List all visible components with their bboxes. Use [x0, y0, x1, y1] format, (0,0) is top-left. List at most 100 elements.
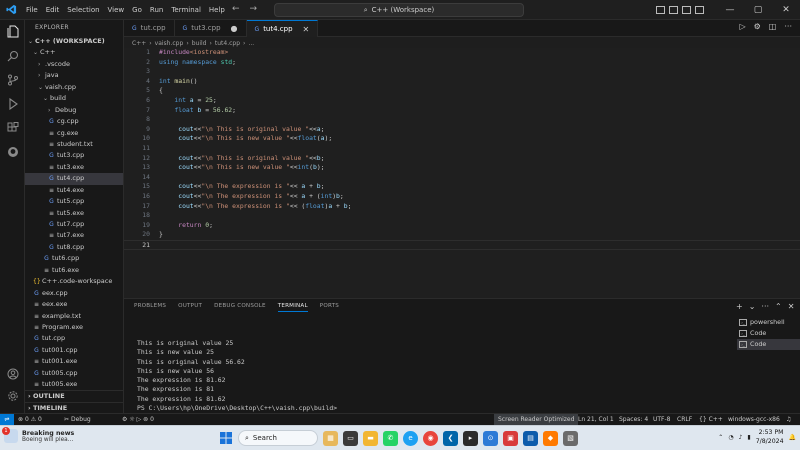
bug-icon[interactable]: ☼ [129, 416, 134, 423]
tree-file[interactable]: ≡ Program.exe [25, 322, 123, 333]
cursor-position[interactable]: Ln 21, Col 1 [578, 414, 614, 425]
tree-file[interactable]: Gtut4.cpp [25, 173, 123, 185]
code-line[interactable]: 15 cout<<"\n The expression is "<< a + b… [124, 182, 800, 192]
chrome-icon[interactable]: ◉ [423, 430, 438, 446]
breadcrumb-item[interactable]: vaish.cpp [155, 40, 184, 47]
encoding[interactable]: UTF-8 [653, 414, 671, 425]
code-line[interactable]: 4 int main() [124, 77, 800, 87]
extensions-icon[interactable] [5, 120, 20, 135]
menu-item-edit[interactable]: Edit [42, 0, 64, 20]
ports-icon[interactable]: ⊚ [143, 416, 148, 423]
code-line[interactable]: 14 [124, 173, 800, 183]
notifications-bell-icon[interactable]: ♫ [786, 414, 791, 425]
close-window-icon[interactable]: ✕ [772, 5, 800, 15]
app-taskbar-icon-4[interactable]: ◆ [543, 430, 558, 446]
chevron-down-icon[interactable]: ⌄ [749, 302, 756, 311]
tree-file[interactable]: Gtut005.cpp [25, 368, 123, 379]
toggle-sidebar-icon[interactable] [656, 6, 665, 14]
code-line[interactable]: 16 cout<<"\n The expression is "<< a + (… [124, 192, 800, 202]
tree-file[interactable]: Gtut7.cpp [25, 219, 123, 230]
menu-item-selection[interactable]: Selection [63, 0, 103, 20]
tree-file[interactable]: ≡ tut4.exe [25, 185, 123, 196]
tree-file[interactable]: ≡ tut6.exe [25, 265, 123, 276]
more-actions-icon[interactable]: ··· [784, 22, 792, 31]
panel-tab-output[interactable]: OUTPUT [178, 303, 202, 312]
taskbar-search[interactable]: ⌕ Search [238, 430, 318, 446]
breadcrumb-item[interactable]: ... [248, 40, 254, 47]
toggle-secondary-sidebar-icon[interactable] [682, 6, 691, 14]
tree-folder[interactable]: ⌄ vaish.cpp [25, 82, 123, 93]
panel-tab-problems[interactable]: PROBLEMS [134, 303, 166, 312]
file-explorer-icon[interactable]: ▬ [363, 430, 378, 446]
github-icon[interactable] [5, 144, 20, 159]
tree-file[interactable]: Gcg.cpp [25, 116, 123, 127]
language-mode[interactable]: {} C++ [699, 414, 723, 425]
command-center[interactable]: ⌕ C++ (Workspace) [274, 3, 524, 17]
code-line[interactable]: 21 [124, 240, 800, 250]
tree-file[interactable]: ≡ tut001.exe [25, 356, 123, 367]
tree-file[interactable]: {}C++.code-workspace [25, 276, 123, 287]
tree-folder[interactable]: ⌄ build [25, 93, 123, 104]
app-taskbar-icon-2[interactable]: ▣ [503, 430, 518, 446]
tree-file[interactable]: Gtut8.cpp [25, 242, 123, 253]
account-icon[interactable] [5, 366, 20, 381]
sync-status[interactable]: ✂ Debug [64, 414, 91, 425]
customize-layout-icon[interactable] [695, 6, 704, 14]
breadcrumb-item[interactable]: tut4.cpp [215, 40, 240, 47]
code-line[interactable]: 12 cout<<"\n This is original value "<<b… [124, 154, 800, 164]
breadcrumb-item[interactable]: build [192, 40, 207, 47]
tree-file[interactable]: ≡ student.txt [25, 139, 123, 150]
tree-folder[interactable]: › java [25, 70, 123, 81]
code-line[interactable]: 19 return 0; [124, 221, 800, 231]
close-panel-icon[interactable]: ✕ [788, 302, 795, 311]
code-line[interactable]: 8 [124, 115, 800, 125]
panel-tab-ports[interactable]: PORTS [320, 303, 339, 312]
line-endings[interactable]: CRLF [677, 414, 692, 425]
tree-file[interactable]: ≡ tut005.exe [25, 379, 123, 390]
outline-section[interactable]: › OUTLINE [25, 390, 124, 401]
menu-item-file[interactable]: File [22, 0, 42, 20]
back-arrow-icon[interactable]: ← [232, 4, 240, 14]
settings-gear-icon[interactable] [5, 388, 20, 403]
unsaved-dot-icon[interactable]: ● [231, 20, 238, 37]
code-line[interactable]: 9 cout<<"\n This is original value "<<a; [124, 125, 800, 135]
minimize-icon[interactable]: — [716, 5, 744, 15]
tree-file[interactable]: ≡ example.txt [25, 311, 123, 322]
editor-tab[interactable]: Gtut3.cpp ● [175, 20, 247, 37]
tree-file[interactable]: Gtut3.cpp [25, 150, 123, 161]
terminal-instance[interactable]: ›_ Code [737, 328, 800, 339]
code-editor[interactable]: 1 #include<iostream> 2 using namespace std;… [124, 48, 800, 298]
tree-file[interactable]: ≡ tut7.exe [25, 230, 123, 241]
terminal-instance[interactable]: ›_ powershell [737, 317, 800, 328]
code-line[interactable]: 17 cout<<"\n The expression is "<< (floa… [124, 202, 800, 212]
menu-item-run[interactable]: Run [146, 0, 167, 20]
tree-file[interactable]: Gtut6.cpp [25, 253, 123, 264]
settings-gear-icon[interactable]: ⚙ [754, 22, 761, 31]
tree-folder[interactable]: ⌄ C++ [25, 47, 123, 58]
code-line[interactable]: 2 using namespace std; [124, 58, 800, 68]
split-editor-icon[interactable]: ◫ [769, 22, 777, 31]
code-line[interactable]: 5{ [124, 86, 800, 96]
tree-file[interactable]: ≡ tut3.exe [25, 162, 123, 173]
tree-file[interactable]: Gtut.cpp [25, 333, 123, 344]
app-taskbar-icon-5[interactable]: ▧ [563, 430, 578, 446]
new-terminal-icon[interactable]: + [736, 302, 743, 311]
tree-file[interactable]: ≡ tut5.exe [25, 208, 123, 219]
editor-tab[interactable]: Gtut4.cpp ✕ [246, 20, 319, 38]
run-debug-icon[interactable] [5, 96, 20, 111]
cpp-config[interactable]: windows-gcc-x86 [728, 414, 780, 425]
whatsapp-icon[interactable]: ✆ [383, 430, 398, 446]
widgets-icon[interactable]: ▦ [323, 430, 338, 446]
tree-folder[interactable]: ⌄ C++ (WORKSPACE) [25, 36, 123, 47]
source-control-icon[interactable] [5, 72, 20, 87]
toggle-panel-icon[interactable] [669, 6, 678, 14]
run-file-icon[interactable]: ▷ [739, 22, 745, 31]
more-actions-icon[interactable]: ··· [761, 302, 769, 311]
wifi-icon[interactable]: ◔ [728, 434, 733, 441]
code-line[interactable]: 11 [124, 144, 800, 154]
maximize-icon[interactable]: ▢ [744, 5, 772, 15]
terminal-taskbar-icon[interactable]: ▸ [463, 430, 478, 446]
play-icon[interactable]: ▷ [137, 416, 142, 423]
close-tab-icon[interactable]: ✕ [303, 21, 310, 38]
terminal-output[interactable]: This is original value 25 This is new val… [137, 339, 337, 413]
